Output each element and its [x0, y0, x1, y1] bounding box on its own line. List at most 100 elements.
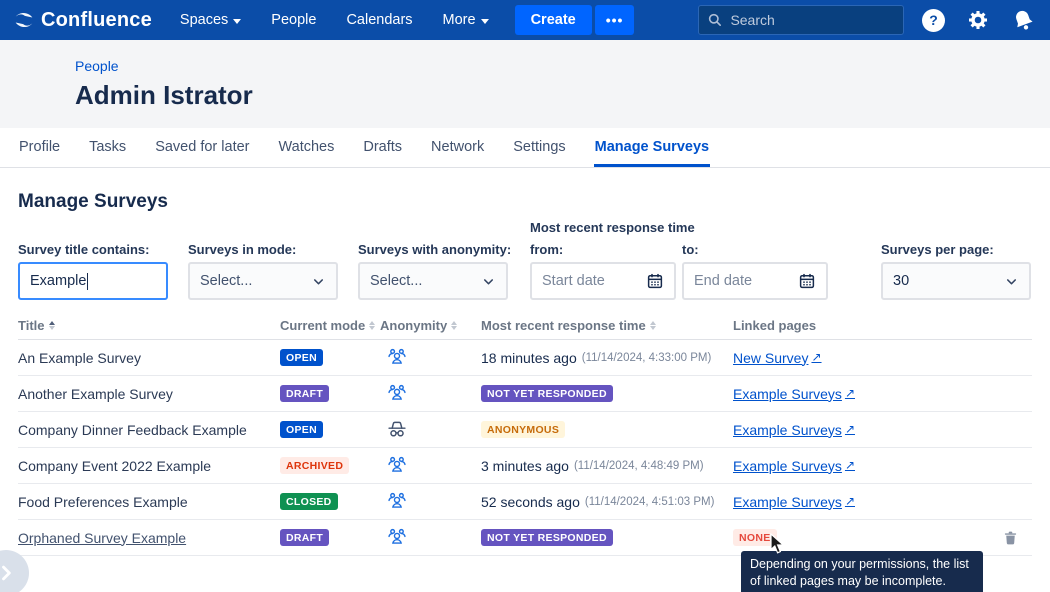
- tab-profile[interactable]: Profile: [18, 129, 61, 167]
- table-row[interactable]: An Example Survey OPEN 18 minutes ago(11…: [18, 340, 1032, 376]
- to-date-input[interactable]: End date: [682, 262, 828, 300]
- anonymity-filter-label: Surveys with anonymity:: [358, 242, 511, 257]
- survey-filters: Survey title contains: Example Surveys i…: [18, 220, 1032, 306]
- sidebar-expand-button[interactable]: [0, 550, 29, 592]
- sort-indicator: [369, 321, 375, 330]
- group-anonymity-icon: [386, 455, 408, 476]
- top-navbar: Confluence Spaces People Calendars More …: [0, 0, 1050, 40]
- external-link-icon: ↗: [845, 458, 855, 472]
- nav-spaces[interactable]: Spaces: [180, 12, 241, 28]
- mode-badge: ARCHIVED: [280, 457, 349, 474]
- linked-page-link[interactable]: New Survey↗: [733, 350, 822, 366]
- search-input[interactable]: [730, 12, 890, 28]
- chevron-down-icon: [481, 274, 496, 289]
- external-link-icon: ↗: [845, 386, 855, 400]
- mode-badge: DRAFT: [280, 385, 329, 402]
- logo-text: Confluence: [41, 9, 152, 32]
- per-page-label: Surveys per page:: [881, 242, 994, 257]
- chevron-down-icon: [481, 19, 489, 24]
- header-current-mode[interactable]: Current mode: [280, 318, 380, 333]
- survey-title[interactable]: Company Dinner Feedback Example: [18, 422, 247, 438]
- table-row[interactable]: Company Event 2022 Example ARCHIVED 3 mi…: [18, 448, 1032, 484]
- nav-people[interactable]: People: [271, 12, 316, 28]
- external-link-icon: ↗: [845, 422, 855, 436]
- surveys-table: Title Current mode Anonymity Most recent…: [18, 312, 1032, 556]
- table-row[interactable]: Another Example Survey DRAFT NOT YET RES…: [18, 376, 1032, 412]
- group-anonymity-icon: [386, 491, 408, 512]
- text-caret: [87, 273, 88, 290]
- tab-saved-for-later[interactable]: Saved for later: [154, 129, 250, 167]
- survey-title[interactable]: Another Example Survey: [18, 386, 173, 402]
- linked-page-link[interactable]: Example Surveys↗: [733, 386, 855, 402]
- title-filter-label: Survey title contains:: [18, 242, 149, 257]
- table-header-row: Title Current mode Anonymity Most recent…: [18, 312, 1032, 340]
- from-date-input[interactable]: Start date: [530, 262, 676, 300]
- confluence-logo-icon: [14, 10, 34, 30]
- linked-page-link[interactable]: Example Surveys↗: [733, 458, 855, 474]
- mode-filter-label: Surveys in mode:: [188, 242, 296, 257]
- delete-survey-button[interactable]: [1002, 529, 1032, 547]
- group-anonymity-icon: [386, 383, 408, 404]
- chevron-down-icon: [233, 19, 241, 24]
- search-icon: [707, 12, 723, 28]
- group-anonymity-icon: [386, 527, 408, 548]
- create-button[interactable]: Create: [515, 5, 592, 35]
- mode-badge: OPEN: [280, 421, 323, 438]
- survey-title[interactable]: Company Event 2022 Example: [18, 458, 211, 474]
- trash-icon: [1002, 529, 1019, 547]
- from-label: from:: [530, 242, 563, 257]
- header-title[interactable]: Title: [18, 318, 280, 333]
- incognito-anonymity-icon: [386, 419, 408, 440]
- group-anonymity-icon: [386, 347, 408, 368]
- calendar-icon[interactable]: [798, 272, 816, 290]
- no-linked-pages-badge: NONE: [733, 529, 777, 546]
- chevron-right-icon: [0, 563, 16, 583]
- per-page-select[interactable]: 30: [881, 262, 1031, 300]
- tab-network[interactable]: Network: [430, 129, 485, 167]
- sort-indicator: [451, 321, 457, 330]
- sort-indicator: [650, 321, 656, 330]
- chevron-down-icon: [1004, 274, 1019, 289]
- title-filter-input[interactable]: Example: [18, 262, 168, 300]
- notifications-bell-icon[interactable]: [1011, 8, 1036, 33]
- anonymity-select[interactable]: Select...: [358, 262, 508, 300]
- mode-select[interactable]: Select...: [188, 262, 338, 300]
- survey-title[interactable]: Food Preferences Example: [18, 494, 188, 510]
- external-link-icon: ↗: [811, 350, 821, 364]
- header-response-time[interactable]: Most recent response time: [481, 318, 733, 333]
- confluence-logo[interactable]: Confluence: [14, 9, 152, 32]
- profile-tabbar: Profile Tasks Saved for later Watches Dr…: [0, 128, 1050, 168]
- survey-title[interactable]: An Example Survey: [18, 350, 141, 366]
- more-actions-button[interactable]: •••: [595, 5, 635, 35]
- tab-settings[interactable]: Settings: [512, 129, 566, 167]
- mode-badge: DRAFT: [280, 529, 329, 546]
- linked-page-link[interactable]: Example Surveys↗: [733, 494, 855, 510]
- nav-calendars[interactable]: Calendars: [346, 12, 412, 28]
- sort-indicator: [49, 321, 55, 330]
- page-title: Manage Surveys: [18, 191, 1032, 213]
- profile-header: People Admin Istrator: [0, 40, 1050, 128]
- tab-tasks[interactable]: Tasks: [88, 129, 127, 167]
- tab-watches[interactable]: Watches: [278, 129, 336, 167]
- response-status-badge: NOT YET RESPONDED: [481, 385, 613, 402]
- header-anonymity[interactable]: Anonymity: [380, 318, 481, 333]
- profile-name: Admin Istrator: [75, 80, 1050, 111]
- mode-badge: CLOSED: [280, 493, 338, 510]
- survey-title[interactable]: Orphaned Survey Example: [18, 530, 186, 546]
- help-icon[interactable]: ?: [922, 9, 945, 32]
- global-search[interactable]: [698, 5, 904, 35]
- people-breadcrumb-link[interactable]: People: [75, 58, 119, 74]
- table-row[interactable]: Company Dinner Feedback Example OPEN ANO…: [18, 412, 1032, 448]
- table-row[interactable]: Food Preferences Example CLOSED 52 secon…: [18, 484, 1032, 520]
- tab-drafts[interactable]: Drafts: [362, 129, 403, 167]
- gear-icon[interactable]: [966, 8, 990, 32]
- to-label: to:: [682, 242, 699, 257]
- chevron-down-icon: [311, 274, 326, 289]
- nav-more[interactable]: More: [443, 12, 489, 28]
- header-linked-pages: Linked pages: [733, 318, 1002, 333]
- tab-manage-surveys[interactable]: Manage Surveys: [594, 129, 710, 167]
- calendar-icon[interactable]: [646, 272, 664, 290]
- linked-page-link[interactable]: Example Surveys↗: [733, 422, 855, 438]
- response-time-group-label: Most recent response time: [530, 220, 695, 235]
- linked-pages-tooltip: Depending on your permissions, the list …: [741, 551, 983, 592]
